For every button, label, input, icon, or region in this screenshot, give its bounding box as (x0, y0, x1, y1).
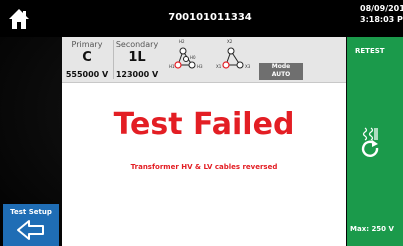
x2-node (227, 47, 235, 55)
h1-label: H1 (169, 64, 175, 69)
secondary-label: Secondary (115, 40, 159, 49)
x2-label: X2 (227, 39, 233, 44)
x1-node (222, 61, 230, 69)
time: 3:18:03 PM (360, 15, 403, 24)
h0-node (183, 56, 189, 62)
retest-label: RETEST (355, 47, 385, 55)
h1-node (174, 61, 182, 69)
mode-label: Mode (271, 63, 291, 70)
max-voltage: Max: 250 V (350, 225, 394, 233)
serial-number: 700101011334 (168, 12, 252, 23)
h2-node (179, 47, 187, 55)
primary-config[interactable]: Primary C 555000 V (62, 37, 112, 82)
test-setup-button[interactable]: Test Setup (3, 204, 59, 246)
test-status: Test Failed (113, 107, 295, 142)
primary-voltage: 555000 V (65, 70, 109, 79)
h0-label: H0 (190, 55, 196, 60)
failure-reason: Transformer HV & LV cables reversed (130, 163, 278, 171)
x3-label: X3 (245, 64, 251, 69)
home-icon[interactable] (8, 8, 30, 30)
h2-label: H2 (179, 39, 185, 44)
test-setup-label: Test Setup (10, 208, 52, 216)
x3-node (236, 61, 244, 69)
retest-button[interactable]: RETEST Max: 250 V (347, 37, 403, 246)
result-panel: Primary C 555000 V Secondary 1L 123000 V… (62, 37, 346, 246)
config-bar: Primary C 555000 V Secondary 1L 123000 V… (62, 37, 346, 83)
primary-value: C (82, 50, 92, 65)
x1-label: X1 (216, 64, 222, 69)
screen: 700101011334 08/09/2019 3:18:03 PM Prima… (0, 0, 403, 246)
h3-label: H3 (197, 64, 203, 69)
secondary-config[interactable]: Secondary 1L 123000 V (114, 37, 160, 82)
arrow-left-icon (17, 220, 44, 240)
secondary-voltage: 123000 V (115, 70, 159, 79)
secondary-value: 1L (128, 50, 146, 65)
date: 08/09/2019 (360, 4, 403, 13)
mode-value: AUTO (271, 71, 291, 78)
retest-icon (361, 127, 379, 157)
mode-badge[interactable]: Mode AUTO (259, 63, 303, 80)
primary-label: Primary (71, 40, 103, 49)
top-bar: 700101011334 08/09/2019 3:18:03 PM (0, 0, 403, 37)
h3-node (188, 61, 196, 69)
date-time: 08/09/2019 3:18:03 PM (360, 3, 403, 25)
